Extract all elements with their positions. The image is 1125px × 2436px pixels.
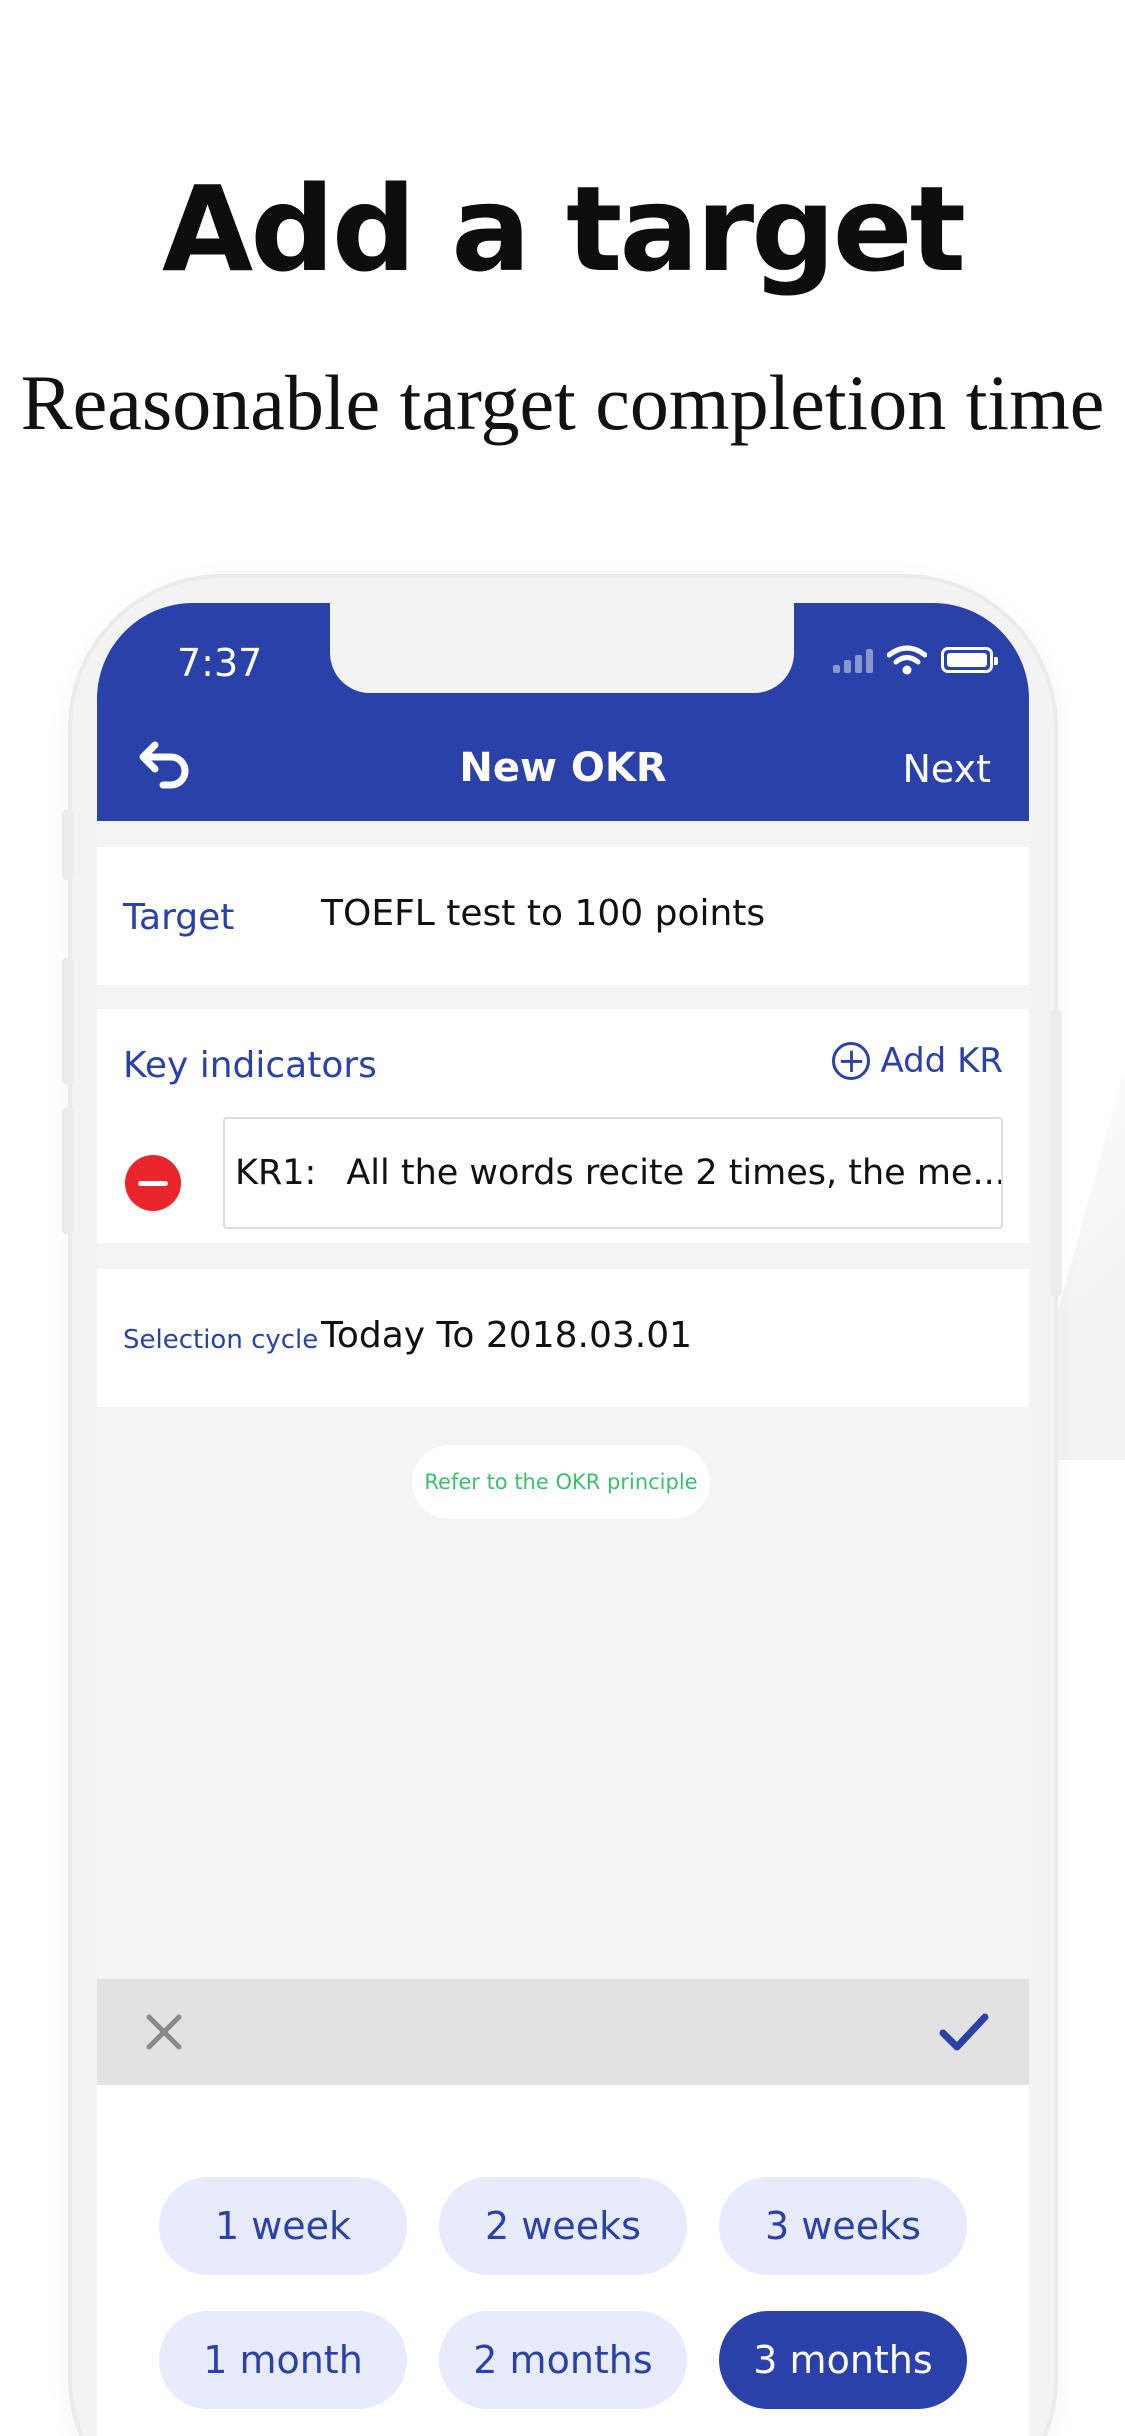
selection-cycle-value[interactable]: Today To 2018.03.01	[321, 1315, 692, 1356]
plus-circle-icon: +	[832, 1042, 871, 1080]
phone-side-button	[62, 1108, 74, 1234]
phone-screen: 7:37 New OKR Next Target TOEFL test to 1…	[97, 603, 1029, 2436]
target-label: Target	[123, 897, 235, 938]
close-icon[interactable]	[137, 2005, 191, 2059]
status-time: 7:37	[177, 641, 263, 685]
phone-side-button	[62, 810, 74, 880]
option-3-months[interactable]: 3 months	[719, 2311, 967, 2409]
remove-kr-icon[interactable]	[125, 1155, 181, 1211]
add-kr-label: Add KR	[880, 1041, 1003, 1081]
target-row[interactable]: Target TOEFL test to 100 points	[97, 847, 1029, 985]
kr-number: KR1:	[235, 1153, 317, 1193]
background-decoration	[1052, 1040, 1125, 1460]
target-input[interactable]: TOEFL test to 100 points	[321, 893, 765, 934]
selection-cycle-label: Selection cycle	[123, 1325, 319, 1355]
app-bar: 7:37 New OKR Next	[97, 603, 1029, 821]
phone-side-button	[62, 958, 74, 1084]
wifi-icon	[887, 645, 927, 675]
add-kr-button[interactable]: + Add KR	[832, 1041, 1003, 1081]
promo-subline: Reasonable target completion time	[20, 359, 1105, 446]
option-1-week[interactable]: 1 week	[159, 2177, 407, 2275]
option-2-months[interactable]: 2 months	[439, 2311, 687, 2409]
cycle-picker: 1 week 2 weeks 3 weeks 1 month 2 months …	[97, 2085, 1029, 2436]
phone-side-button	[1050, 1010, 1062, 1296]
option-1-month[interactable]: 1 month	[159, 2311, 407, 2409]
okr-principle-link[interactable]: Refer to the OKR principle	[412, 1445, 710, 1519]
option-3-weeks[interactable]: 3 weeks	[719, 2177, 967, 2275]
battery-icon	[941, 647, 998, 673]
cellular-signal-icon	[833, 647, 873, 673]
picker-toolbar	[97, 1979, 1029, 2085]
kr-text: All the words recite 2 times, the me...	[346, 1153, 1003, 1193]
kr-input[interactable]: KR1: All the words recite 2 times, the m…	[223, 1117, 1003, 1229]
next-button[interactable]: Next	[902, 747, 991, 791]
checkmark-icon[interactable]	[935, 2005, 993, 2059]
key-indicators-label: Key indicators	[123, 1045, 377, 1086]
selection-cycle-row[interactable]: Selection cycle Today To 2018.03.01	[97, 1269, 1029, 1407]
promo-headline: Add a target	[161, 160, 966, 298]
option-2-weeks[interactable]: 2 weeks	[439, 2177, 687, 2275]
page-title: New OKR	[459, 745, 667, 791]
phone-notch	[330, 603, 794, 693]
status-icons	[833, 645, 998, 675]
key-indicators-section: Key indicators + Add KR KR1: All the wor…	[97, 1009, 1029, 1243]
